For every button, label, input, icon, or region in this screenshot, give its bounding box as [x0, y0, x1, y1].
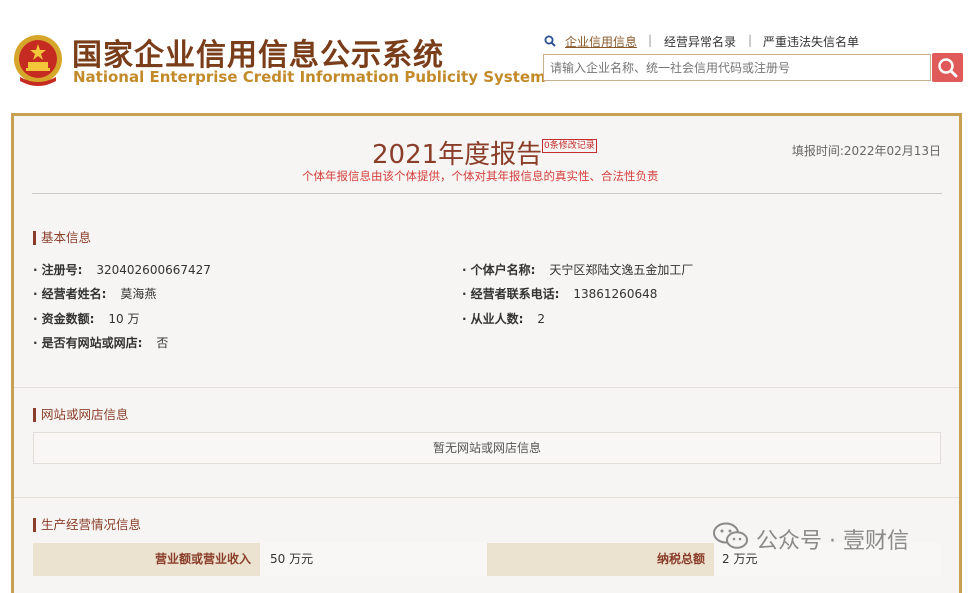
site-header: 国家企业信用信息公示系统 National Enterprise Credit …: [0, 0, 971, 103]
table-cell-value: 50 万元: [260, 543, 487, 576]
divider: [32, 193, 942, 194]
section-title-production: 生产经营情况信息: [33, 518, 141, 532]
website-empty-state: 暂无网站或网店信息: [33, 432, 941, 464]
search-icon: [938, 58, 958, 78]
section-title-website: 网站或网店信息: [33, 408, 129, 422]
section-divider: [14, 387, 959, 388]
field-capital-amount: · 资金数额: 10 万: [33, 312, 140, 326]
field-has-website: · 是否有网站或网店: 否: [33, 336, 169, 350]
watermark-text: 公众号 · 壹财信: [756, 529, 909, 554]
modification-record-link[interactable]: 0条修改记录: [542, 139, 597, 153]
search-field: [543, 54, 931, 81]
nav-link-blacklist[interactable]: 严重违法失信名单: [763, 33, 859, 50]
report-notice: 个体年报信息由该个体提供，个体对其年报信息的真实性、合法性负责: [302, 169, 659, 183]
nav-link-abnormal-list[interactable]: 经营异常名录: [664, 33, 736, 50]
section-divider: [14, 497, 959, 498]
nav-link-credit-info[interactable]: 企业信用信息: [565, 33, 637, 50]
fill-time: 填报时间:2022年02月13日: [791, 144, 941, 158]
report-title: 2021年度报告: [372, 140, 543, 170]
search-button[interactable]: [932, 53, 963, 82]
field-operator-phone: · 经营者联系电话: 13861260648: [462, 287, 658, 301]
section-title-basic: 基本信息: [33, 231, 91, 245]
table-cell-label: 纳税总额: [487, 543, 714, 576]
field-employee-count: · 从业人数: 2: [462, 312, 546, 326]
national-emblem-icon: [14, 35, 62, 86]
search-input[interactable]: [544, 55, 926, 80]
site-subtitle: National Enterprise Credit Information P…: [73, 68, 546, 86]
nav-separator: |: [748, 33, 753, 47]
field-reg-no: · 注册号: 320402600667427: [33, 263, 211, 277]
nav-separator: |: [648, 33, 653, 47]
search-icon: [544, 35, 556, 47]
field-business-name: · 个体户名称: 天宁区郑陆文逸五金加工厂: [462, 263, 694, 277]
wechat-icon: [713, 522, 748, 549]
field-operator-name: · 经营者姓名: 莫海燕: [33, 287, 157, 301]
report-panel: [11, 113, 962, 593]
table-cell-label: 营业额或营业收入: [33, 543, 260, 576]
